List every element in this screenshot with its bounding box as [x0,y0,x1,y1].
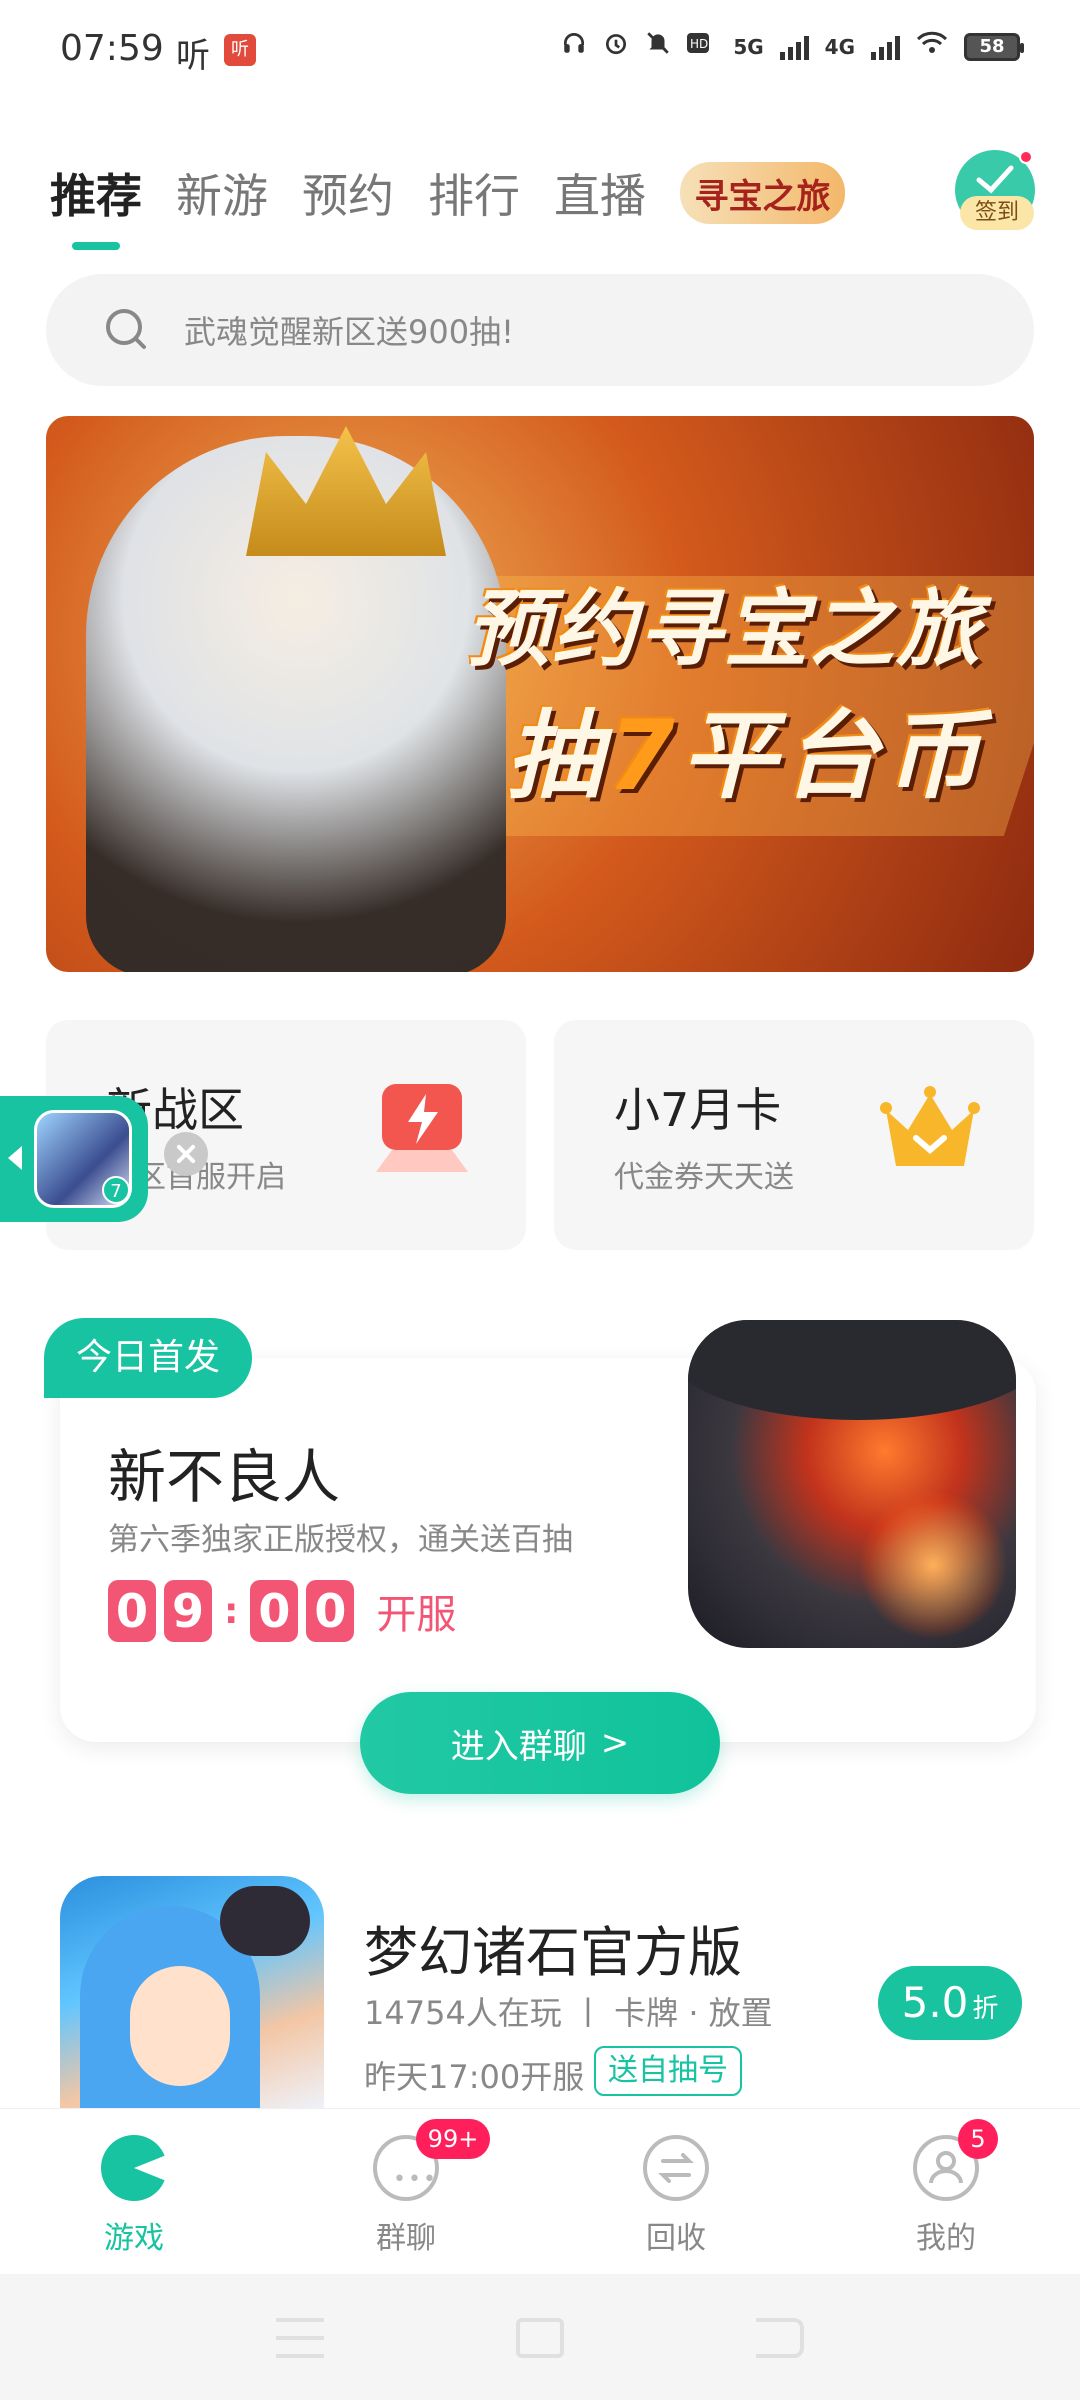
tab-reserve[interactable]: 预约 [302,160,394,226]
status-time: 07:59 [60,28,164,69]
lightning-flag-icon [376,1084,468,1172]
today-tag: 今日首发 [44,1318,252,1398]
monthly-card-title: 小7月卡 [614,1083,782,1137]
status-bar: 07:59 听 听 HD 5G 4G 58 [0,0,1080,100]
join-group-chat-label: 进入群聊 [450,1726,587,1767]
countdown-digit: 0 [306,1580,355,1642]
status-app-badge: 听 [224,34,256,66]
discount-unit: 折 [972,1994,999,2024]
me-badge: 5 [958,2119,998,2159]
today-game-description: 第六季独家正版授权，通关送百抽 [108,1522,573,1558]
mute-icon [645,30,671,63]
nav-games-label: 游戏 [104,2221,164,2256]
discount-value: 5.0 [901,1978,969,2027]
game-icon[interactable] [60,1876,324,2108]
discount-badge[interactable]: 5.0 折 [878,1966,1022,2040]
chat-badge: 99+ [416,2119,490,2159]
tab-live[interactable]: 直播 [554,160,646,226]
list-item[interactable]: 梦幻诸石官方版 14754人在玩 丨 卡牌 · 放置 昨天17:00开服 送自抽… [60,1872,1036,2112]
today-game-art[interactable] [688,1320,1016,1648]
headphones-icon [561,30,587,63]
game-open-time: 昨天17:00开服 [364,2058,585,2096]
tab-ranking[interactable]: 排行 [428,160,520,226]
status-icons: HD 5G 4G 58 [561,30,1024,63]
signal-bars-icon [779,34,809,60]
hd-icon: HD [687,30,717,63]
network-4g: 4G [824,34,855,59]
nav-group-chat[interactable]: ••• 99+ 群聊 [326,2119,490,2265]
bottom-nav: 游戏 ••• 99+ 群聊 回收 5 我的 [0,2108,1080,2274]
wifi-icon [916,30,948,63]
battery-icon: 58 [964,32,1024,61]
banner-title: 预约寻宝之旅 [466,580,983,678]
home-icon[interactable] [516,2318,564,2358]
checkin-dot [1019,150,1033,164]
chevron-right-icon: > [600,1723,630,1763]
nav-me[interactable]: 5 我的 [866,2119,1026,2265]
nav-recycle[interactable]: 回收 [596,2125,756,2265]
banner-subtitle: 抽7平台币 [506,700,987,812]
search-bar[interactable]: 武魂觉醒新区送900抽! [46,274,1034,386]
pacman-icon [101,2135,167,2201]
back-icon[interactable] [756,2318,804,2358]
tab-recommend[interactable]: 推荐 [50,160,142,250]
game-meta: 14754人在玩 丨 卡牌 · 放置 [364,1994,773,2032]
nav-group-chat-label: 群聊 [376,2221,436,2256]
game-tag[interactable]: 送自抽号 [594,2046,742,2096]
floating-game-widget[interactable]: 7 [0,1096,148,1222]
nav-games[interactable]: 游戏 [54,2125,214,2265]
art-glow [858,1490,1008,1640]
search-placeholder: 武魂觉醒新区送900抽! [184,313,514,351]
join-group-chat-button[interactable]: 进入群聊 > [360,1692,720,1794]
countdown-digit: 0 [108,1580,156,1642]
checkin-icon [976,165,1014,194]
crown-icon [880,1086,980,1166]
icon-bow [220,1886,310,1956]
menu-icon[interactable] [276,2318,324,2358]
countdown-digit: 0 [250,1580,299,1642]
top-tabs: 推荐 新游 预约 排行 直播 寻宝之旅 [50,160,845,250]
today-game-name: 新不良人 [108,1443,341,1511]
search-icon [106,309,146,349]
game-name: 梦幻诸石官方版 [364,1921,742,1984]
signal-bars-icon [871,34,900,60]
countdown-digit: 9 [164,1580,212,1642]
collapse-arrow-icon[interactable] [8,1146,22,1170]
open-label: 开服 [376,1592,457,1638]
monthly-card[interactable]: 小7月卡 代金券天天送 [554,1020,1034,1250]
alarm-icon [603,30,629,63]
tab-treasure-banner[interactable]: 寻宝之旅 [680,162,845,224]
system-nav-bar [0,2274,1080,2400]
hero-banner[interactable]: 预约寻宝之旅 抽7平台币 [46,416,1034,972]
status-app-text: 听 [176,36,210,76]
countdown-colon: : [224,1590,239,1632]
svg-text:HD: HD [690,37,708,51]
nav-me-label: 我的 [916,2221,976,2256]
floating-game-number: 7 [102,1176,130,1204]
nav-recycle-label: 回收 [646,2221,706,2256]
tab-new-games[interactable]: 新游 [176,160,268,226]
checkin-label[interactable]: 签到 [960,196,1034,230]
exchange-icon [643,2135,709,2201]
icon-face [130,1966,230,2086]
countdown: 0 9 : 0 0 开服 [108,1580,456,1642]
network-5g: 5G [733,34,764,59]
monthly-card-subtitle: 代金券天天送 [614,1160,794,1195]
art-hat [688,1320,1016,1420]
close-icon[interactable] [164,1132,208,1176]
